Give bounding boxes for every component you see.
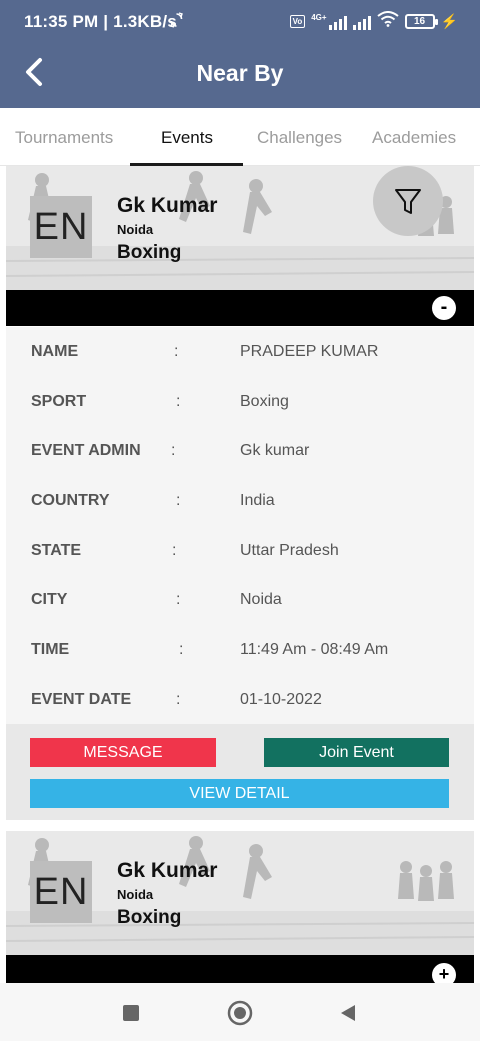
event-city: Noida [117, 222, 154, 237]
status-time-speed: 11:35 PM | 1.3KB/s [24, 12, 177, 31]
detail-row: CITY : Noida [6, 591, 474, 615]
detail-label: COUNTRY [31, 492, 110, 509]
battery-level: 16 [414, 15, 426, 27]
recent-apps-button[interactable] [117, 999, 145, 1027]
detail-value: Noida [240, 591, 282, 608]
detail-value: Gk kumar [240, 442, 310, 459]
wifi-icon [376, 11, 399, 32]
event-organizer-name: Gk Kumar [117, 859, 218, 882]
signal-strength-2-icon [352, 14, 371, 30]
detail-value: 01-10-2022 [240, 691, 322, 708]
collapse-toggle-button[interactable]: - [432, 296, 456, 320]
detail-separator: : [176, 492, 181, 509]
join-event-button[interactable]: Join Event [264, 738, 449, 767]
page-title: Near By [196, 60, 284, 86]
detail-row: TIME : 11:49 Am - 08:49 Am [6, 641, 474, 665]
detail-row: SPORT : Boxing [6, 393, 474, 417]
detail-row: COUNTRY : India [6, 492, 474, 516]
event-city: Noida [117, 887, 154, 902]
filter-button[interactable] [373, 166, 443, 236]
detail-value: 11:49 Am - 08:49 Am [240, 641, 389, 658]
battery-icon: 16 [404, 14, 438, 29]
detail-separator: : [172, 542, 177, 559]
event-card-banner[interactable]: EN Gk Kumar Noida Boxing [6, 831, 474, 955]
detail-label: SPORT [31, 393, 87, 410]
home-button[interactable] [226, 999, 254, 1027]
sync-icon [170, 12, 183, 33]
system-nav-bar [0, 983, 480, 1041]
event-avatar: EN [30, 196, 92, 258]
tab-bar: Tournaments Events Challenges Academies [0, 108, 480, 166]
recent-apps-icon [123, 1005, 139, 1021]
status-bar: 11:35 PM | 1.3KB/s Vo 4G+ 16 ⚡ [0, 0, 480, 42]
event-actions: MESSAGE Join Event VIEW DETAIL [6, 724, 474, 820]
detail-separator: : [176, 393, 181, 410]
volte-badge: Vo [289, 15, 306, 28]
event-avatar: EN [30, 861, 92, 923]
detail-separator: : [176, 591, 181, 608]
event-sport: Boxing [117, 907, 182, 928]
detail-row: EVENT ADMIN : Gk kumar [6, 442, 474, 466]
event-sport: Boxing [117, 242, 182, 263]
detail-value: PRADEEP KUMAR [240, 343, 379, 360]
detail-label: TIME [31, 641, 70, 658]
message-button[interactable]: MESSAGE [30, 738, 216, 767]
detail-row: STATE : Uttar Pradesh [6, 542, 474, 566]
detail-separator: : [174, 343, 179, 360]
tab-challenges[interactable]: Challenges [257, 128, 342, 148]
event-toggle-bar: - [6, 290, 474, 326]
app-header: Near By [0, 42, 480, 108]
detail-separator: : [171, 442, 176, 459]
tab-academies[interactable]: Academies [372, 128, 456, 148]
detail-label: CITY [31, 591, 68, 608]
top-bar: 11:35 PM | 1.3KB/s Vo 4G+ 16 ⚡ Near By [0, 0, 480, 108]
back-nav-button[interactable] [334, 999, 362, 1027]
back-triangle-icon [341, 1005, 355, 1021]
detail-label: EVENT ADMIN [31, 442, 141, 459]
detail-separator: : [176, 691, 181, 708]
event-details: NAME : PRADEEP KUMAR SPORT : Boxing EVEN… [6, 327, 474, 724]
tab-events[interactable]: Events [161, 128, 213, 148]
tab-tournaments[interactable]: Tournaments [15, 128, 113, 148]
event-toggle-bar: + [6, 955, 474, 987]
detail-row: EVENT DATE : 01-10-2022 [6, 691, 474, 715]
detail-label: EVENT DATE [31, 691, 132, 708]
detail-row: NAME : PRADEEP KUMAR [6, 343, 474, 367]
filter-funnel-icon [395, 189, 421, 214]
event-organizer-name: Gk Kumar [117, 194, 218, 217]
bolt-icon: ⚡ [440, 13, 458, 29]
detail-label: NAME [31, 343, 79, 360]
home-icon [227, 1000, 253, 1026]
view-detail-button[interactable]: VIEW DETAIL [30, 779, 449, 808]
signal-strength-icon [328, 14, 347, 30]
detail-value: Uttar Pradesh [240, 542, 339, 559]
network-badge: 4G+ [311, 13, 327, 22]
detail-value: Boxing [240, 393, 289, 410]
detail-separator: : [179, 641, 184, 658]
detail-label: STATE [31, 542, 82, 559]
detail-value: India [240, 492, 275, 509]
